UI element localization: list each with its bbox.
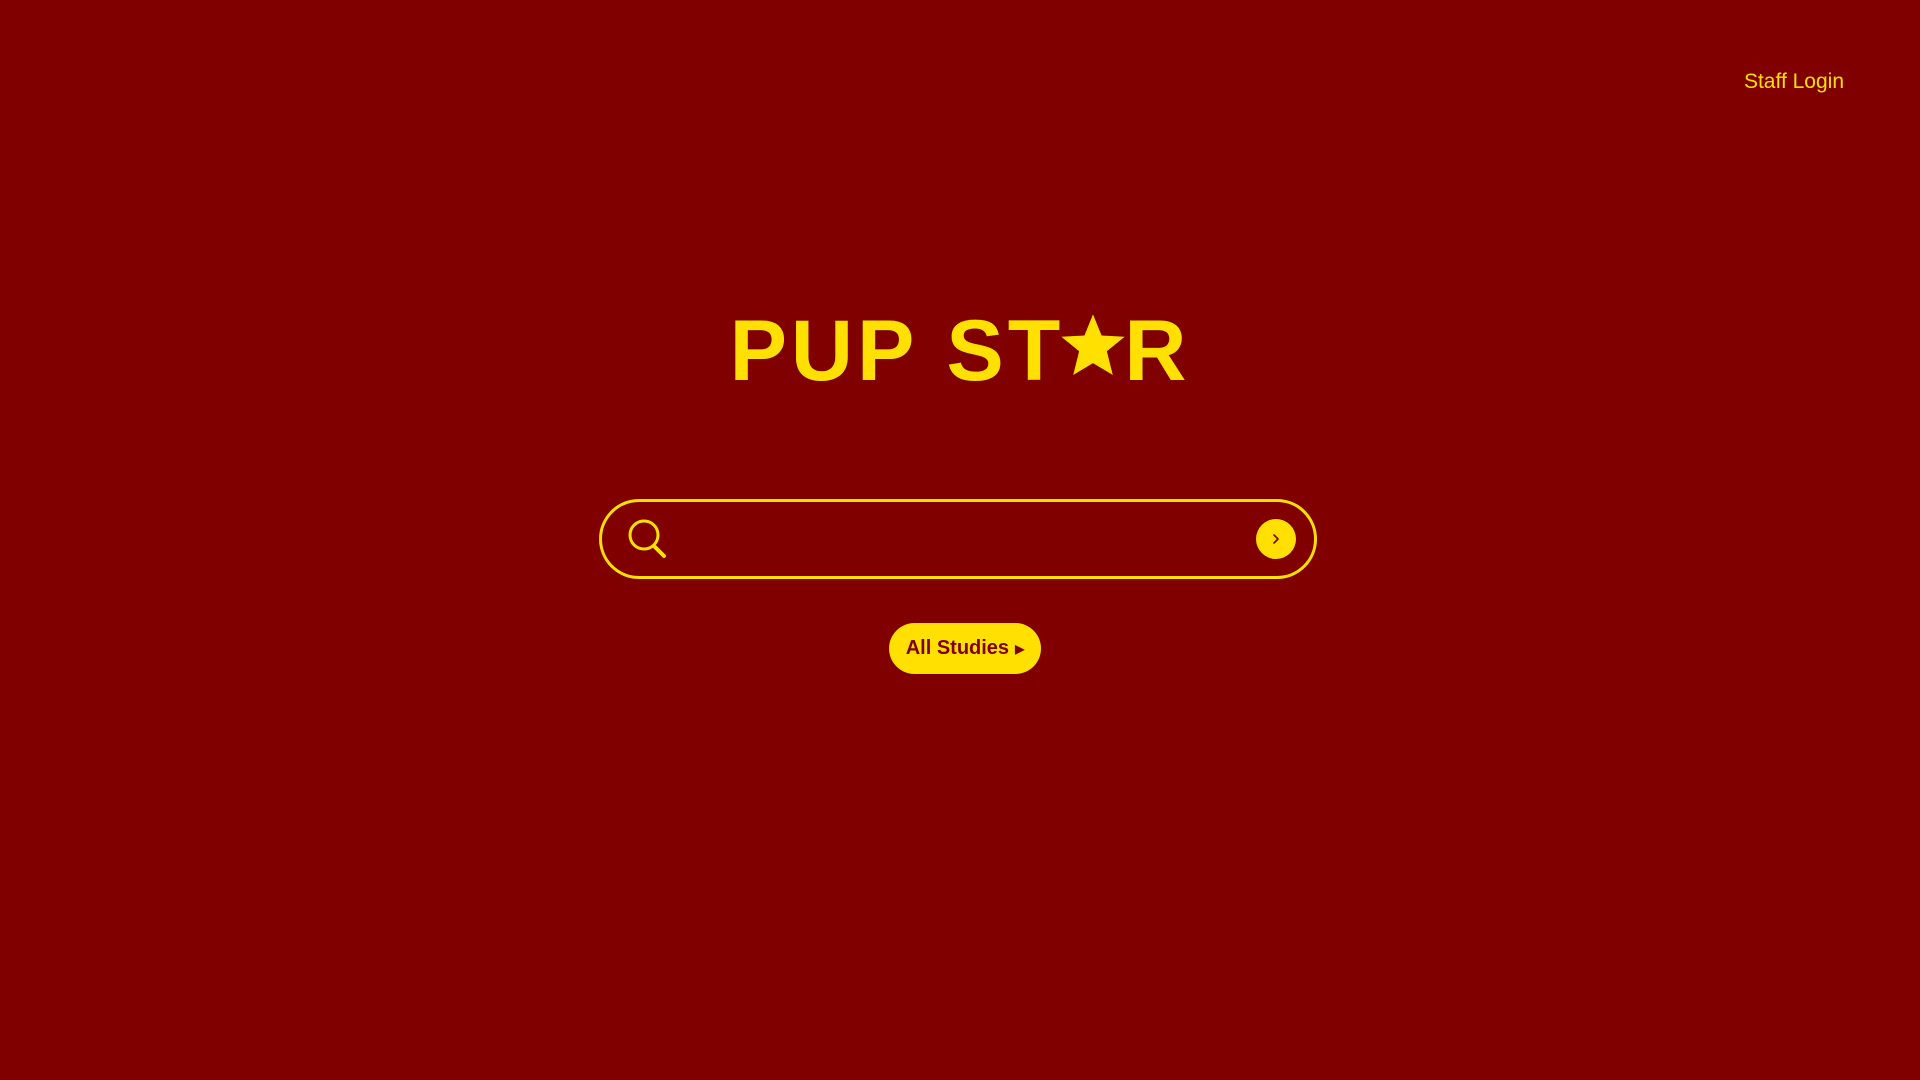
search-icon xyxy=(628,519,666,558)
all-studies-label: All Studies xyxy=(905,637,1010,659)
search-bar xyxy=(599,499,1317,579)
staff-login-link[interactable]: Staff Login xyxy=(1744,70,1844,94)
search-input[interactable] xyxy=(680,513,1246,565)
chevron-right-icon xyxy=(1273,534,1279,544)
pup-star-logo: PUP ST R xyxy=(0,308,1920,394)
search-submit-button[interactable] xyxy=(1256,519,1296,559)
all-studies-button[interactable]: All Studies ▶ xyxy=(889,623,1041,674)
logo-text-st: ST xyxy=(946,303,1065,399)
logo-text-pup: PUP xyxy=(729,303,919,399)
star-icon xyxy=(1061,314,1125,376)
triangle-right-icon: ▶ xyxy=(1015,641,1025,656)
landing-page: Staff Login PUP ST R All Studies ▶ xyxy=(0,0,1920,1080)
logo-text-r: R xyxy=(1124,303,1191,399)
